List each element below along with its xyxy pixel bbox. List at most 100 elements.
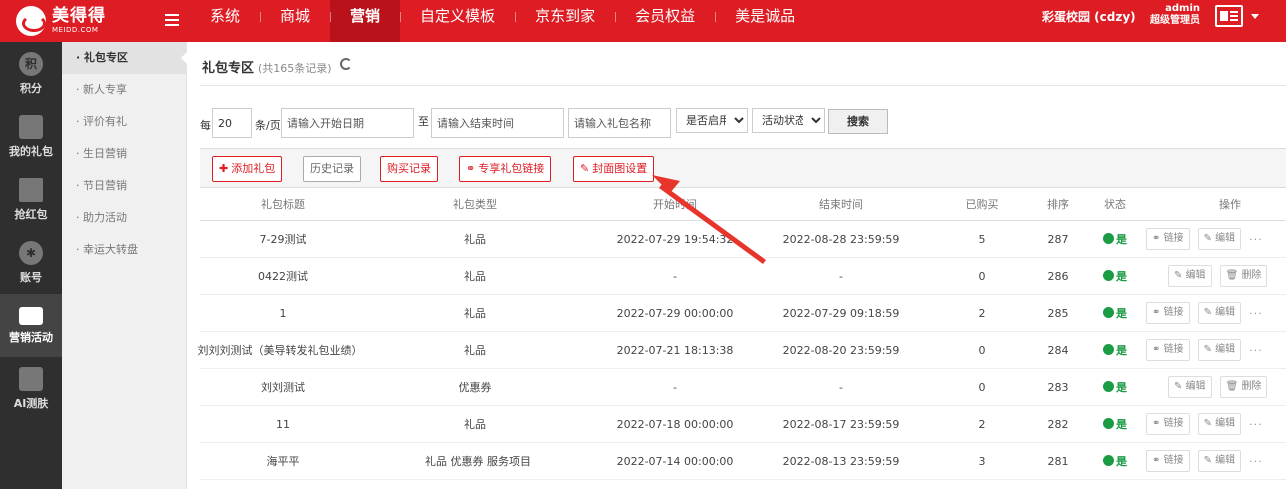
cell-sort: 282 (1047, 418, 1069, 431)
nav-item-jd-home[interactable]: 京东到家 (515, 0, 615, 42)
subnav-item-gift-zone[interactable]: · 礼包专区 (62, 42, 187, 74)
end-date-input[interactable] (431, 108, 564, 138)
enabled-select[interactable]: 是否启用 (676, 108, 748, 133)
username: admin (1165, 3, 1200, 14)
chevron-down-icon[interactable] (1251, 14, 1259, 19)
per-page-input[interactable] (212, 108, 252, 138)
link-button[interactable]: ⚭ 链接 (1146, 450, 1190, 472)
avatar-icon[interactable] (1215, 5, 1243, 27)
sidebar-item-label: AI测肤 (13, 396, 49, 410)
card-icon (19, 306, 43, 325)
cell-bought: 0 (978, 381, 986, 394)
edit-button[interactable]: ✎ 编辑 (1168, 265, 1212, 287)
delete-button[interactable]: 🗑 删除 (1219, 265, 1268, 287)
cell-sort: 285 (1047, 307, 1069, 320)
cell-start: - (673, 381, 677, 394)
cover-settings-button[interactable]: ✎ 封面图设置 (573, 156, 655, 182)
col-sort: 排序 (1047, 198, 1069, 211)
cell-sort: 284 (1047, 344, 1069, 357)
edit-button[interactable]: ✎ 编辑 (1197, 228, 1242, 250)
nav-item-system[interactable]: 系统 (190, 0, 260, 42)
edit-button[interactable]: ✎ 编辑 (1197, 413, 1242, 435)
edit-icon: ✎ (1174, 270, 1186, 281)
edit-icon: ✎ (580, 162, 590, 175)
link-icon: ⚭ (1152, 233, 1164, 244)
cell-end: 2022-08-13 23:59:59 (782, 455, 900, 468)
sidebar-item-label: 积分 (20, 81, 42, 95)
cell-type: 礼品 (464, 307, 486, 320)
store-name[interactable]: 彩蛋校园 (cdzy) (1042, 8, 1136, 25)
start-date-input[interactable] (281, 108, 414, 138)
more-icon[interactable]: ··· (1249, 307, 1263, 320)
cell-bought: 0 (978, 344, 986, 357)
edit-button[interactable]: ✎ 编辑 (1197, 450, 1242, 472)
sidebar-item-marketing-activity[interactable]: 营销活动 (0, 294, 62, 357)
add-gift-button[interactable]: ✚ 添加礼包 (212, 156, 283, 182)
more-icon[interactable]: ··· (1249, 418, 1263, 431)
history-button[interactable]: 历史记录 (303, 156, 361, 182)
nav-item-meishi-chengpin[interactable]: 美是诚品 (715, 0, 815, 42)
logo[interactable]: 美得得 MEIDD.COM (16, 6, 106, 36)
sidebar-item-red-envelope[interactable]: 抢红包 (0, 168, 62, 231)
subnav-item-review-gift[interactable]: · 评价有礼 (62, 106, 186, 138)
user-info[interactable]: admin 超级管理员 (1150, 3, 1200, 27)
link-button[interactable]: ⚭ 链接 (1146, 339, 1190, 361)
subnav-item-newcomer[interactable]: · 新人专享 (62, 74, 186, 106)
menu-toggle-icon[interactable] (165, 14, 179, 26)
page-title: 礼包专区 (共165条记录) (202, 61, 332, 76)
sidebar-item-my-gift[interactable]: 我的礼包 (0, 105, 62, 168)
cell-type: 礼品 (464, 418, 486, 431)
exclusive-link-button[interactable]: ⚭ 专享礼包链接 (459, 156, 552, 182)
refresh-icon[interactable] (340, 58, 352, 70)
nav-item-member-benefits[interactable]: 会员权益 (615, 0, 715, 42)
subnav-item-birthday[interactable]: · 生日营销 (62, 138, 186, 170)
per-page-suffix: 条/页 (255, 119, 281, 132)
edit-button[interactable]: ✎ 编辑 (1197, 302, 1242, 324)
cell-type: 礼品 (464, 344, 486, 357)
row-actions: ⚭ 链接 ✎ 编辑 ··· (1146, 449, 1286, 473)
gift-name-input[interactable] (568, 108, 671, 138)
subnav-item-assist[interactable]: · 助力活动 (62, 202, 186, 234)
link-button[interactable]: ⚭ 链接 (1146, 302, 1190, 324)
nav-item-marketing[interactable]: 营销 (330, 0, 401, 42)
main-content: 礼包专区(共165条记录) 每 条/页 至 是否启用 活动状态 搜索 ✚添加礼包… (188, 42, 1286, 489)
sidebar-item-account[interactable]: ✱ 账号 (0, 231, 62, 294)
cell-end: 2022-08-17 23:59:59 (782, 418, 900, 431)
sidebar-item-ai-skin[interactable]: AI测肤 (0, 357, 62, 420)
nav-item-custom-template[interactable]: 自定义模板 (400, 0, 515, 42)
cell-title: 海平平 (266, 455, 300, 468)
points-icon: 积 (19, 51, 43, 76)
cell-end: - (839, 381, 843, 394)
sidebar-item-label: 账号 (20, 270, 42, 284)
delete-icon: 🗑 (1225, 381, 1242, 392)
sidebar-item-label: 我的礼包 (9, 144, 53, 158)
more-icon[interactable]: ··· (1249, 233, 1263, 246)
more-icon[interactable]: ··· (1249, 344, 1263, 357)
table-row: 0422测试 礼品 - - 0 286 是 ✎ 编辑 🗑 删除 (200, 258, 1286, 295)
link-button[interactable]: ⚭ 链接 (1146, 228, 1190, 250)
purchase-record-button[interactable]: 购买记录 (380, 156, 438, 182)
status-select[interactable]: 活动状态 (752, 108, 825, 133)
subnav-item-holiday[interactable]: · 节日营销 (62, 170, 186, 202)
edit-icon: ✎ (1203, 418, 1216, 429)
top-nav: 系统 商城 营销 自定义模板 京东到家 会员权益 美是诚品 (190, 0, 815, 42)
cell-end: 2022-08-20 23:59:59 (782, 344, 900, 357)
cell-start: 2022-07-29 00:00:00 (616, 307, 734, 320)
edit-button[interactable]: ✎ 编辑 (1168, 376, 1212, 398)
more-icon[interactable]: ··· (1249, 455, 1263, 468)
top-bar: 美得得 MEIDD.COM 系统 商城 营销 自定义模板 京东到家 会员权益 美… (0, 0, 1286, 42)
delete-button[interactable]: 🗑 删除 (1219, 376, 1268, 398)
edit-button[interactable]: ✎ 编辑 (1197, 339, 1242, 361)
table-header: 礼包标题 礼包类型 开始时间 结束时间 已购买 排序 状态 操作 (200, 189, 1286, 221)
nav-item-mall[interactable]: 商城 (260, 0, 330, 42)
subnav-item-lucky-wheel[interactable]: · 幸运大转盘 (62, 234, 186, 266)
table-row: 刘刘刘测试（美导转发礼包业绩） 礼品 2022-07-21 18:13:38 2022… (198, 332, 1286, 369)
divider (200, 85, 1286, 86)
table-row: 7-29测试 礼品 2022-07-29 19:54:32 2022-08-28 23… (200, 221, 1286, 258)
search-button[interactable]: 搜索 (828, 109, 888, 134)
sidebar-item-points[interactable]: 积 积分 (0, 42, 62, 105)
link-button[interactable]: ⚭ 链接 (1146, 413, 1190, 435)
cell-sort: 281 (1047, 455, 1069, 468)
row-actions: ⚭ 链接 ✎ 编辑 ··· (1146, 412, 1286, 436)
table-row: 11 礼品 2022-07-18 00:00:00 2022-08-17 23:59:… (200, 406, 1286, 443)
